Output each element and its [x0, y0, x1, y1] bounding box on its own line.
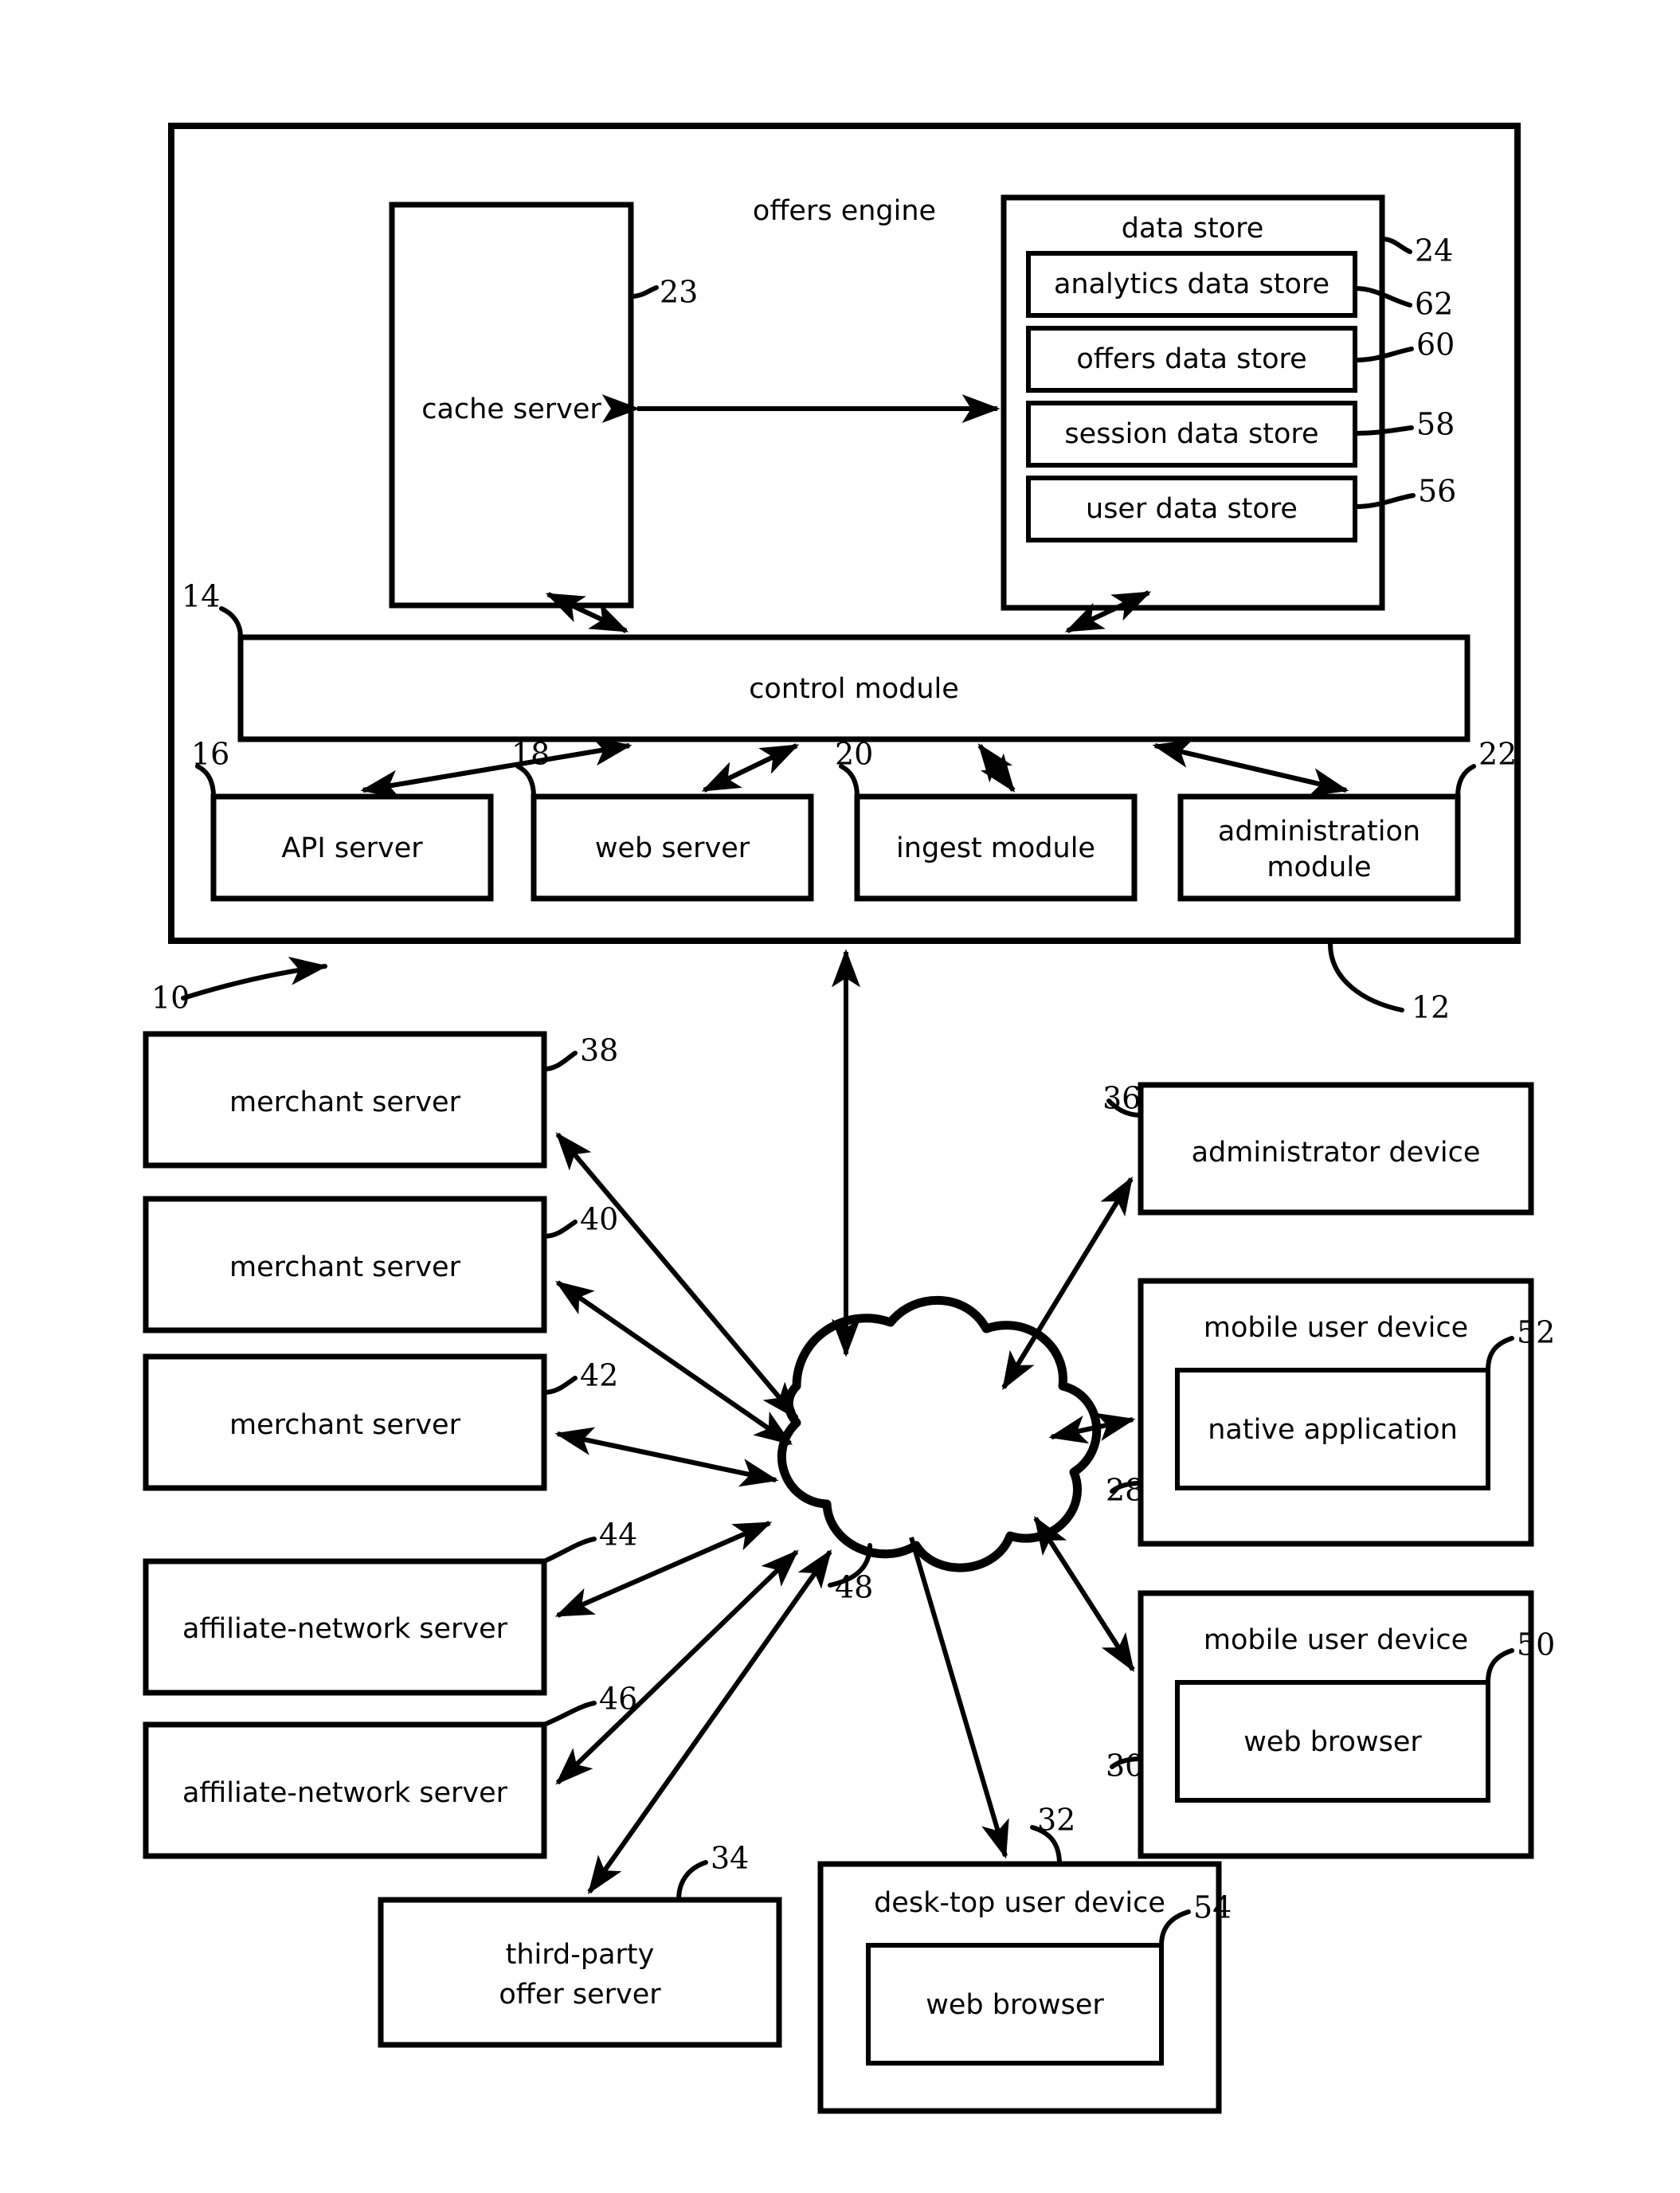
mobile-user-device-native-label: mobile user device: [1204, 1312, 1468, 1344]
data-store-label: data store: [1122, 213, 1264, 245]
ref-60: 60: [1416, 327, 1455, 362]
third-party-offer-server-label-line2: offer server: [499, 1979, 661, 2011]
ref-50: 50: [1517, 1627, 1555, 1662]
merchant-38-leader: [542, 1051, 578, 1071]
ref-24: 24: [1415, 233, 1453, 268]
ref-12: 12: [1412, 990, 1450, 1025]
network-cloud: [777, 1295, 1102, 1572]
mobile-web-to-cloud-arrow: [1033, 1515, 1135, 1671]
system-leader: [181, 956, 328, 1001]
ref-22: 22: [1478, 737, 1517, 772]
ref-40: 40: [580, 1202, 618, 1237]
third-party-offer-server-label-line1: third-party: [506, 1939, 655, 1971]
affiliate-server-44-label: affiliate-network server: [182, 1613, 508, 1645]
cloud-to-merchant42-arrow: [554, 1427, 777, 1482]
ref-28: 28: [1106, 1473, 1144, 1508]
ref-48: 48: [835, 1570, 873, 1605]
mobile-user-device-web-label: mobile user device: [1204, 1624, 1468, 1656]
native-application-label: native application: [1208, 1414, 1458, 1446]
ref-62: 62: [1415, 287, 1453, 322]
ref-54: 54: [1193, 1890, 1232, 1925]
ref-20: 20: [835, 737, 873, 772]
affiliate-server-46-label: affiliate-network server: [182, 1777, 508, 1809]
control-module-label: control module: [749, 673, 959, 705]
cloud-to-affiliate44-arrow: [554, 1521, 771, 1618]
merchant-server-38-label: merchant server: [229, 1087, 461, 1118]
desktop-user-device-label: desk-top user device: [874, 1887, 1165, 1919]
administration-module-label-line1: administration: [1218, 816, 1420, 848]
administration-module-label-line2: module: [1267, 852, 1371, 883]
desktop-web-browser-label: web browser: [926, 1989, 1104, 2021]
cloud-to-desktop-arrow: [909, 1537, 1009, 1859]
ref-23: 23: [660, 275, 698, 310]
merchant-40-leader: [542, 1220, 578, 1239]
mobile-web-browser-label: web browser: [1243, 1726, 1422, 1758]
user-data-store-label: user data store: [1086, 493, 1298, 525]
ref-42: 42: [580, 1358, 618, 1393]
patent-figure: offers engine cache server 23 data store…: [143, 123, 1555, 2114]
ref-44: 44: [599, 1517, 637, 1553]
merchant-server-40-label: merchant server: [229, 1251, 461, 1283]
web-server-label: web server: [595, 832, 750, 864]
affiliate-46-leader: [542, 1701, 597, 1727]
ref-38: 38: [580, 1033, 618, 1068]
offers-engine-label: offers engine: [753, 195, 936, 227]
administrator-to-cloud-arrow: [1001, 1177, 1134, 1391]
ref-56: 56: [1418, 474, 1456, 509]
offers-data-store-label: offers data store: [1076, 343, 1306, 375]
ingest-module-label: ingest module: [896, 832, 1095, 864]
session-data-store-label: session data store: [1064, 418, 1318, 450]
thirdparty-to-cloud-arrow: [587, 1549, 832, 1893]
administrator-device-label: administrator device: [1192, 1137, 1481, 1169]
affiliate-44-leader: [542, 1537, 597, 1564]
api-server-label: API server: [281, 832, 423, 864]
ref-16: 16: [191, 737, 229, 772]
cache-server-label: cache server: [421, 394, 601, 425]
ref-36: 36: [1102, 1081, 1141, 1116]
ref-10: 10: [151, 981, 190, 1016]
ref-14: 14: [182, 579, 220, 614]
ref-34: 34: [711, 1841, 749, 1876]
offers-engine-leader: [1328, 942, 1404, 1012]
merchant-server-42-label: merchant server: [229, 1409, 461, 1441]
ref-32: 32: [1037, 1803, 1075, 1838]
third-party-leader: [676, 1860, 708, 1902]
cloud-to-affiliate46-arrow: [555, 1549, 799, 1785]
merchant-42-leader: [542, 1376, 578, 1395]
ref-58: 58: [1416, 407, 1455, 442]
ref-30: 30: [1106, 1749, 1144, 1784]
analytics-data-store-label: analytics data store: [1054, 268, 1330, 300]
third-party-offer-server-box: [378, 1897, 782, 2048]
ref-52: 52: [1517, 1315, 1555, 1350]
